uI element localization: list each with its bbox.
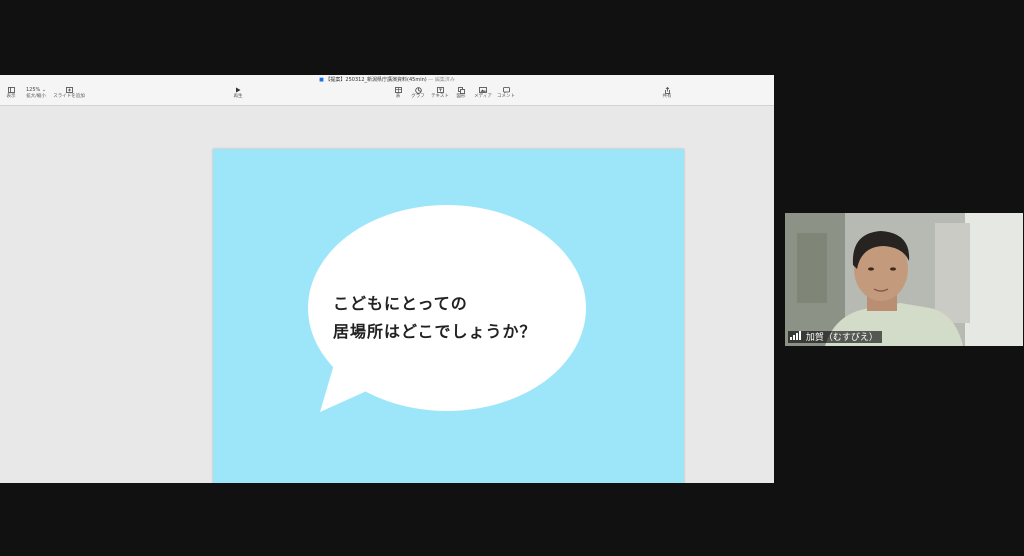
zoom-label: 拡大/縮小 — [26, 94, 46, 99]
chart-button[interactable]: グラフ — [410, 86, 426, 100]
document-icon: ■ — [319, 77, 324, 83]
play-button[interactable]: 再生 — [230, 86, 246, 100]
participant-video-image — [785, 213, 1023, 346]
bubble-text: こどもにとっての 居場所はどこでしょうか？ — [333, 290, 537, 346]
view-label: 表示 — [6, 94, 16, 99]
slide-text-line-2: 居場所はどこでしょうか？ — [333, 322, 537, 341]
text-button[interactable]: テキスト — [430, 86, 450, 100]
comment-label: コメント — [497, 94, 515, 99]
participant-video[interactable]: 加賀（むすびえ） — [785, 213, 1023, 346]
table-button[interactable]: 表 — [392, 86, 404, 100]
toolbar: 表示 125% ⌄ 拡大/縮小 スライドを追加 再生 表 グラフ テキスト 図形… — [0, 85, 774, 106]
play-label: 再生 — [233, 94, 243, 99]
chart-label: グラフ — [411, 94, 425, 99]
comment-button[interactable]: コメント — [496, 86, 516, 100]
title-bar: ■ 【提案】250312_新潟県庁講演資料(45min) — 編集済み — [0, 75, 774, 85]
zoom-control[interactable]: 125% ⌄ 拡大/縮小 — [24, 86, 48, 100]
table-label: 表 — [395, 94, 401, 99]
view-button[interactable]: 表示 — [4, 86, 18, 100]
slide-text-line-1: こどもにとっての — [333, 294, 468, 313]
chevron-down-icon: ⌄ — [41, 87, 47, 93]
zoom-value: 125% — [25, 87, 41, 93]
participant-name-tag: 加賀（むすびえ） — [788, 331, 882, 343]
shape-label: 図形 — [456, 94, 466, 99]
add-slide-label: スライドを追加 — [53, 94, 85, 99]
edited-status: — 編集済み — [428, 77, 455, 83]
slide[interactable]: こどもにとっての 居場所はどこでしょうか？ 6 — [213, 149, 684, 483]
share-label: 共有 — [662, 94, 672, 99]
shared-screen: ■ 【提案】250312_新潟県庁講演資料(45min) — 編集済み 表示 1… — [0, 75, 774, 483]
shape-button[interactable]: 図形 — [454, 86, 468, 100]
window-title: 【提案】250312_新潟県庁講演資料(45min) — [325, 77, 427, 83]
media-button[interactable]: メディア — [472, 86, 494, 100]
text-label: テキスト — [431, 94, 449, 99]
slide-canvas: こどもにとっての 居場所はどこでしょうか？ 6 — [0, 106, 774, 483]
signal-bars-icon — [790, 331, 801, 344]
add-slide-button[interactable]: スライドを追加 — [52, 86, 86, 100]
share-button[interactable]: 共有 — [660, 86, 674, 100]
media-label: メディア — [474, 94, 492, 99]
participant-name: 加賀（むすびえ） — [805, 333, 878, 343]
